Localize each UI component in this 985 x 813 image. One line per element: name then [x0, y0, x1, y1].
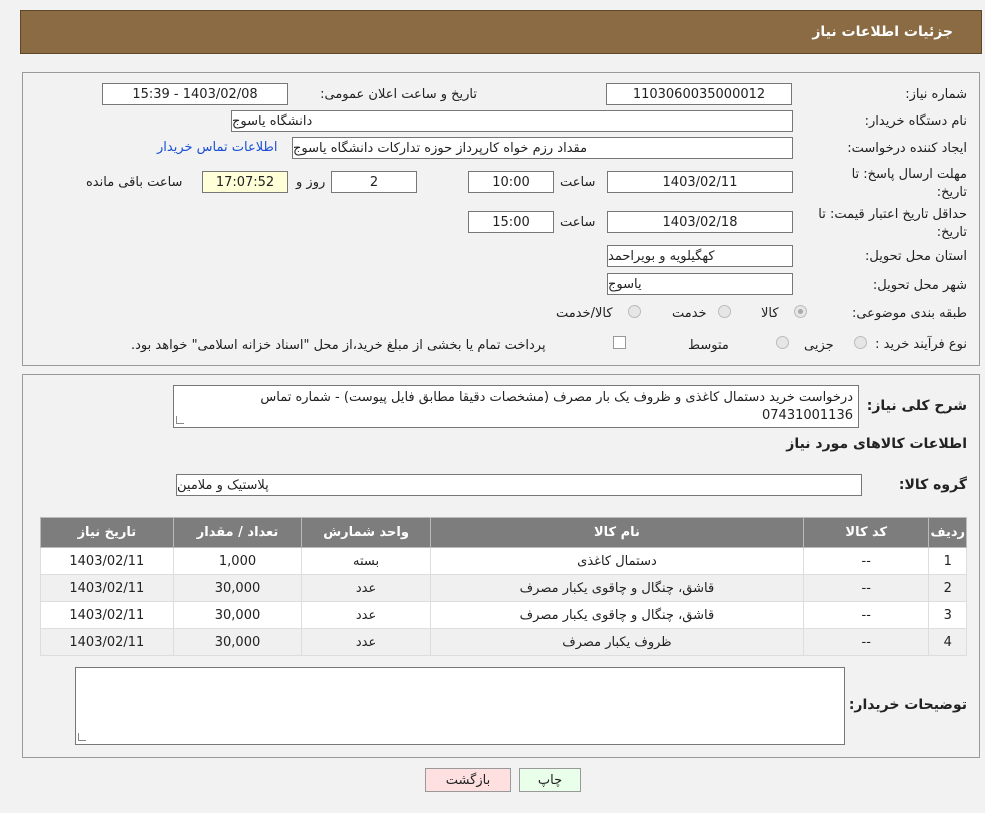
- cell-row: 4: [928, 628, 967, 656]
- purchase-type-radio-medium[interactable]: [776, 336, 789, 349]
- resize-grip-icon[interactable]: [176, 416, 184, 424]
- cell-unit: عدد: [301, 628, 431, 656]
- cell-unit: عدد: [301, 574, 431, 602]
- category-option-service: خدمت: [672, 306, 707, 321]
- buyer-contact-link[interactable]: اطلاعات تماس خریدار: [157, 140, 277, 155]
- col-qty-header: تعداد / مقدار: [172, 517, 303, 548]
- province-field: کهگیلویه و بویراحمد: [607, 245, 793, 267]
- need-number-label: شماره نیاز:: [905, 87, 967, 102]
- cell-unit: عدد: [301, 601, 431, 629]
- col-name-header: نام کالا: [429, 517, 805, 548]
- remaining-time-field: 17:07:52: [202, 171, 288, 193]
- goods-table: ردیف کد کالا نام کالا واحد شمارش تعداد /…: [40, 517, 967, 656]
- table-row: 4 -- ظروف یکبار مصرف عدد 30,000 1403/02/…: [40, 628, 967, 656]
- cell-qty: 30,000: [172, 628, 303, 656]
- price-validity-time-field: 15:00: [468, 211, 554, 233]
- page-title: جزئیات اطلاعات نیاز: [812, 24, 953, 40]
- cell-code: --: [803, 574, 930, 602]
- table-row: 2 -- قاشق، چنگال و چاقوی یکبار مصرف عدد …: [40, 574, 967, 602]
- remaining-time-label: ساعت باقی مانده: [86, 175, 183, 190]
- cell-row: 1: [928, 547, 967, 575]
- announce-datetime-field: 1403/02/08 - 15:39: [102, 83, 288, 105]
- purchase-type-option-medium: متوسط: [688, 338, 729, 353]
- treasury-note: پرداخت تمام یا بخشی از مبلغ خرید،از محل …: [131, 338, 546, 353]
- table-row: 3 -- قاشق، چنگال و چاقوی یکبار مصرف عدد …: [40, 601, 967, 629]
- deadline-label: مهلت ارسال پاسخ: تا تاریخ:: [851, 167, 967, 200]
- cell-name: قاشق، چنگال و چاقوی یکبار مصرف: [429, 574, 805, 602]
- cell-name: قاشق، چنگال و چاقوی یکبار مصرف: [429, 601, 805, 629]
- cell-date: 1403/02/11: [40, 628, 174, 656]
- description-text: درخواست خرید دستمال کاغذی و ظروف یک بار …: [260, 390, 853, 423]
- deadline-time-field: 10:00: [468, 171, 554, 193]
- buyer-notes-label: توضیحات خریدار:: [848, 697, 967, 713]
- deadline-date-field: 1403/02/11: [607, 171, 793, 193]
- cell-name: ظروف یکبار مصرف: [429, 628, 805, 656]
- category-radio-goods[interactable]: [794, 305, 807, 318]
- buyer-notes-field: [75, 667, 845, 745]
- category-radio-service[interactable]: [718, 305, 731, 318]
- category-label: طبقه بندی موضوعی:: [851, 306, 967, 321]
- treasury-checkbox[interactable]: [613, 336, 626, 349]
- requester-label: ایجاد کننده درخواست:: [847, 141, 967, 156]
- goods-section-title: اطلاعات کالاهای مورد نیاز: [786, 436, 967, 452]
- buyer-org-label: نام دستگاه خریدار:: [864, 114, 967, 129]
- category-option-goods: کالا: [761, 306, 779, 321]
- col-row-header: ردیف: [928, 517, 967, 548]
- cell-code: --: [803, 628, 930, 656]
- table-header-row: ردیف کد کالا نام کالا واحد شمارش تعداد /…: [40, 517, 967, 548]
- deadline-time-label: ساعت: [560, 175, 596, 190]
- price-validity-date-field: 1403/02/18: [607, 211, 793, 233]
- city-label: شهر محل تحویل:: [872, 278, 967, 293]
- deadline-days-field: 2: [331, 171, 417, 193]
- cell-date: 1403/02/11: [40, 547, 174, 575]
- goods-group-field: پلاستیک و ملامین: [176, 474, 862, 496]
- cell-qty: 30,000: [172, 601, 303, 629]
- cell-name: دستمال کاغذی: [429, 547, 805, 575]
- cell-date: 1403/02/11: [40, 574, 174, 602]
- category-radio-goods-service[interactable]: [628, 305, 641, 318]
- cell-row: 2: [928, 574, 967, 602]
- requester-field: مقداد رزم خواه کارپرداز حوزه تدارکات دان…: [292, 137, 793, 159]
- purchase-type-option-minor: جزیی: [804, 338, 834, 353]
- goods-group-label: گروه کالا:: [898, 477, 967, 493]
- cell-code: --: [803, 547, 930, 575]
- col-date-header: تاریخ نیاز: [40, 517, 174, 548]
- deadline-days-label: روز و: [296, 175, 326, 190]
- col-unit-header: واحد شمارش: [301, 517, 431, 548]
- col-code-header: کد کالا: [803, 517, 930, 548]
- price-validity-label: حداقل تاریخ اعتبار قیمت: تا تاریخ:: [818, 207, 967, 240]
- city-field: یاسوج: [607, 273, 793, 295]
- back-button[interactable]: بازگشت: [425, 768, 511, 792]
- resize-grip-icon[interactable]: [78, 733, 86, 741]
- cell-code: --: [803, 601, 930, 629]
- description-field: درخواست خرید دستمال کاغذی و ظروف یک بار …: [173, 385, 859, 428]
- page-header: جزئیات اطلاعات نیاز: [20, 10, 982, 54]
- purchase-type-label: نوع فرآیند خرید :: [875, 337, 967, 352]
- province-label: استان محل تحویل:: [865, 249, 967, 264]
- cell-row: 3: [928, 601, 967, 629]
- cell-qty: 30,000: [172, 574, 303, 602]
- purchase-type-radio-minor[interactable]: [854, 336, 867, 349]
- cell-date: 1403/02/11: [40, 601, 174, 629]
- price-validity-time-label: ساعت: [560, 215, 596, 230]
- category-option-goods-service: کالا/خدمت: [556, 306, 613, 321]
- description-label: شرح کلی نیاز:: [866, 398, 967, 414]
- table-row: 1 -- دستمال کاغذی بسته 1,000 1403/02/11: [40, 547, 967, 575]
- cell-unit: بسته: [301, 547, 431, 575]
- cell-qty: 1,000: [172, 547, 303, 575]
- need-number-field: 1103060035000012: [606, 83, 792, 105]
- print-button[interactable]: چاپ: [519, 768, 581, 792]
- announce-datetime-label: تاریخ و ساعت اعلان عمومی:: [320, 87, 477, 102]
- buyer-org-field: دانشگاه یاسوج: [231, 110, 793, 132]
